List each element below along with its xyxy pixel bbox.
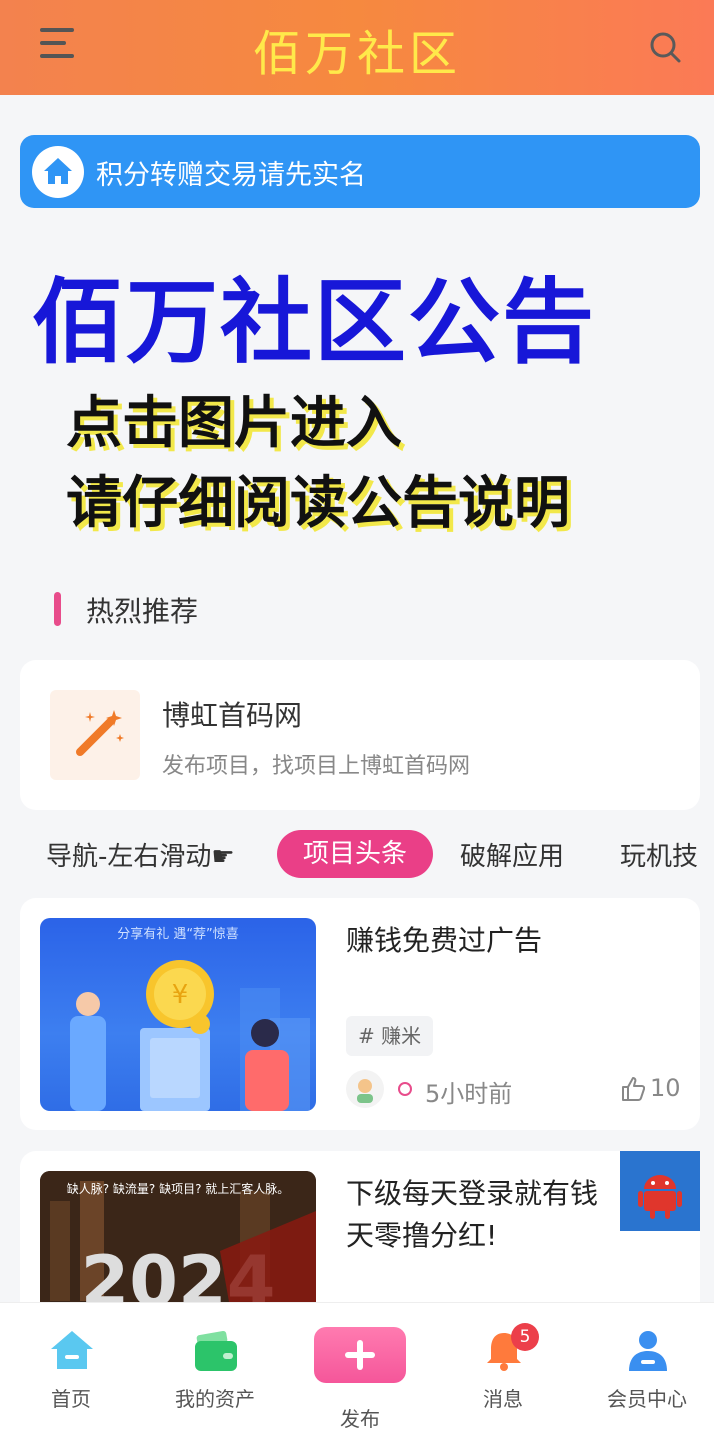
publish-button[interactable] bbox=[314, 1327, 406, 1383]
banner-title: 佰万社区公告 bbox=[32, 269, 597, 376]
android-icon[interactable] bbox=[620, 1151, 700, 1231]
notice-text: 积分转赠交易请先实名 bbox=[96, 160, 366, 191]
nav-assets[interactable]: 我的资产 bbox=[155, 1303, 275, 1430]
plus-icon bbox=[345, 1340, 375, 1370]
time-dot-icon bbox=[398, 1082, 412, 1096]
home-icon bbox=[32, 146, 84, 198]
notice-bar[interactable]: 积分转赠交易请先实名 bbox=[20, 135, 700, 208]
nav-messages[interactable]: 消息 bbox=[443, 1303, 563, 1430]
tab-phone-tips[interactable]: 玩机技 bbox=[620, 836, 698, 873]
recommend-card[interactable]: 博虹首码网 发布项目，找项目上博虹首码网 bbox=[20, 660, 700, 810]
nav-messages-label: 消息 bbox=[483, 1387, 523, 1411]
image-caption: 缺人脉? 缺流量? 缺项目? 就上汇客人脉。 bbox=[67, 1181, 290, 1196]
recommend-title: 博虹首码网 bbox=[162, 699, 303, 732]
tab-navigation[interactable]: 导航-左右滑动☛ bbox=[46, 836, 235, 873]
magic-wand-icon bbox=[50, 690, 140, 780]
article-time: 5小时前 bbox=[425, 1080, 513, 1108]
nav-member-center[interactable]: 会员中心 bbox=[587, 1303, 707, 1430]
message-badge: 5 bbox=[511, 1323, 539, 1351]
announcement-banner[interactable]: 佰万社区公告 点击图片进入 请仔细阅读公告说明 bbox=[0, 230, 714, 550]
article-image: 分享有礼 遇“荐”惊喜 ¥ bbox=[40, 918, 316, 1111]
nav-home[interactable]: 首页 bbox=[11, 1303, 131, 1430]
bottom-nav: 首页 我的资产 发布 消息 会员中心 bbox=[0, 1302, 714, 1430]
search-icon[interactable] bbox=[648, 30, 682, 64]
banner-line-1: 点击图片进入 bbox=[66, 391, 402, 456]
app-title: 佰万社区 bbox=[252, 26, 461, 82]
article-title: 赚钱免费过广告 bbox=[346, 924, 543, 957]
recommend-desc: 发布项目，找项目上博虹首码网 bbox=[162, 754, 471, 779]
image-caption: 分享有礼 遇“荐”惊喜 bbox=[117, 926, 239, 942]
user-icon bbox=[629, 1331, 667, 1371]
avatar[interactable] bbox=[346, 1070, 384, 1108]
nav-home-label: 首页 bbox=[51, 1387, 91, 1411]
thumbs-up-icon[interactable] bbox=[621, 1076, 645, 1102]
banner-line-2: 请仔细阅读公告说明 bbox=[66, 471, 570, 536]
article-tag[interactable]: # 赚米 bbox=[346, 1016, 434, 1056]
nav-assets-label: 我的资产 bbox=[175, 1387, 255, 1411]
tab-project-headlines[interactable]: 项目头条 bbox=[277, 830, 433, 878]
nav-member-label: 会员中心 bbox=[607, 1387, 687, 1411]
nav-publish-label: 发布 bbox=[340, 1407, 380, 1430]
section-title: 热烈推荐 bbox=[86, 595, 199, 628]
tab-cracked-apps[interactable]: 破解应用 bbox=[460, 836, 564, 873]
section-marker bbox=[54, 592, 61, 626]
article-card[interactable]: 分享有礼 遇“荐”惊喜 ¥ 赚钱免费过广告 # 赚米 5小时前 10 bbox=[20, 898, 700, 1130]
category-tabs: 导航-左右滑动☛ 项目头条 破解应用 玩机技 bbox=[0, 826, 714, 884]
svg-text:¥: ¥ bbox=[172, 980, 189, 1010]
wallet-icon bbox=[195, 1330, 237, 1371]
home-icon bbox=[51, 1331, 93, 1369]
app-header: 佰万社区 bbox=[0, 0, 714, 95]
like-count: 10 bbox=[650, 1074, 681, 1102]
article-title: 下级每天登录就有钱天零撸分红! bbox=[346, 1177, 599, 1252]
